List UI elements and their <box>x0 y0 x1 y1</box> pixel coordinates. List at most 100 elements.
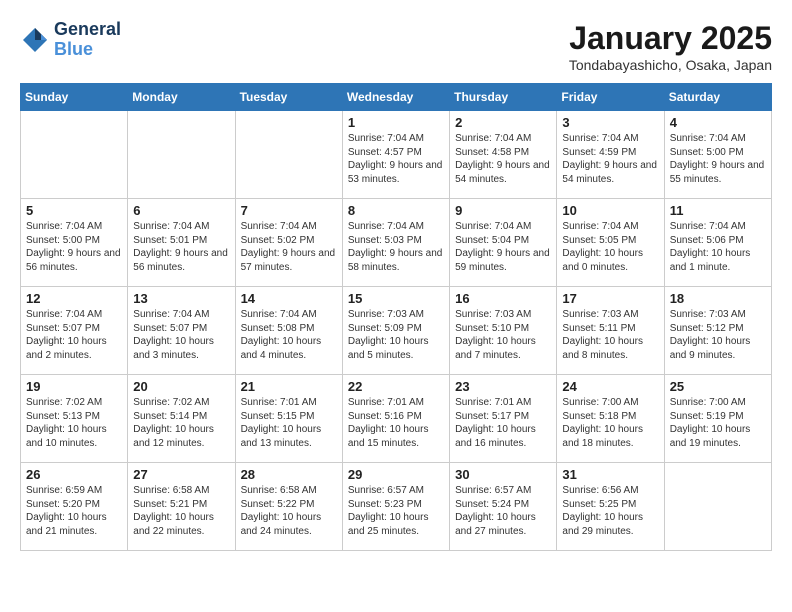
calendar-cell <box>128 111 235 199</box>
day-number: 31 <box>562 467 658 482</box>
logo-icon <box>20 25 50 55</box>
day-number: 6 <box>133 203 229 218</box>
weekday-header-monday: Monday <box>128 84 235 111</box>
calendar-cell: 12 Sunrise: 7:04 AM Sunset: 5:07 PM Dayli… <box>21 287 128 375</box>
day-number: 4 <box>670 115 766 130</box>
day-info: Sunrise: 7:03 AM Sunset: 5:11 PM Dayligh… <box>562 308 658 362</box>
day-info: Sunrise: 7:04 AM Sunset: 5:03 PM Dayligh… <box>348 220 444 274</box>
day-info: Sunrise: 6:56 AM Sunset: 5:25 PM Dayligh… <box>562 484 658 538</box>
calendar-cell: 14 Sunrise: 7:04 AM Sunset: 5:08 PM Dayli… <box>235 287 342 375</box>
week-row-2: 5Sunrise: 7:04 AM Sunset: 5:00 PM Daylig… <box>21 199 772 287</box>
day-number: 14 <box>241 291 337 306</box>
calendar-cell: 16Sunrise: 7:03 AM Sunset: 5:10 PM Dayli… <box>450 287 557 375</box>
calendar-cell <box>664 463 771 551</box>
day-number: 23 <box>455 379 551 394</box>
day-number: 7 <box>241 203 337 218</box>
day-info: Sunrise: 7:04 AM Sunset: 4:59 PM Dayligh… <box>562 132 658 186</box>
day-number: 27 <box>133 467 229 482</box>
calendar-cell: 9 Sunrise: 7:04 AM Sunset: 5:04 PM Daylig… <box>450 199 557 287</box>
calendar-cell: 11 Sunrise: 7:04 AM Sunset: 5:06 PM Dayli… <box>664 199 771 287</box>
calendar-cell: 31 Sunrise: 6:56 AM Sunset: 5:25 PM Dayli… <box>557 463 664 551</box>
day-info: Sunrise: 6:57 AM Sunset: 5:23 PM Dayligh… <box>348 484 444 538</box>
day-info: Sunrise: 7:04 AM Sunset: 4:57 PM Dayligh… <box>348 132 444 186</box>
weekday-header-thursday: Thursday <box>450 84 557 111</box>
day-info: Sunrise: 7:04 AM Sunset: 5:08 PM Dayligh… <box>241 308 337 362</box>
day-number: 29 <box>348 467 444 482</box>
day-number: 16 <box>455 291 551 306</box>
day-info: Sunrise: 7:01 AM Sunset: 5:17 PM Dayligh… <box>455 396 551 450</box>
day-info: Sunrise: 7:04 AM Sunset: 5:06 PM Dayligh… <box>670 220 766 274</box>
day-number: 12 <box>26 291 122 306</box>
day-info: Sunrise: 7:04 AM Sunset: 5:05 PM Dayligh… <box>562 220 658 274</box>
calendar-cell: 15 Sunrise: 7:03 AM Sunset: 5:09 PM Dayli… <box>342 287 449 375</box>
day-number: 19 <box>26 379 122 394</box>
day-info: Sunrise: 7:04 AM Sunset: 5:07 PM Dayligh… <box>26 308 122 362</box>
calendar-cell: 6 Sunrise: 7:04 AM Sunset: 5:01 PM Daylig… <box>128 199 235 287</box>
weekday-header-sunday: Sunday <box>21 84 128 111</box>
day-number: 26 <box>26 467 122 482</box>
month-title: January 2025 <box>569 20 772 57</box>
day-number: 18 <box>670 291 766 306</box>
location: Tondabayashicho, Osaka, Japan <box>569 57 772 73</box>
day-number: 2 <box>455 115 551 130</box>
calendar-cell: 19Sunrise: 7:02 AM Sunset: 5:13 PM Dayli… <box>21 375 128 463</box>
week-row-4: 19Sunrise: 7:02 AM Sunset: 5:13 PM Dayli… <box>21 375 772 463</box>
page-header: General Blue January 2025 Tondabayashich… <box>20 20 772 73</box>
day-number: 21 <box>241 379 337 394</box>
day-info: Sunrise: 7:04 AM Sunset: 5:01 PM Dayligh… <box>133 220 229 274</box>
day-info: Sunrise: 7:02 AM Sunset: 5:14 PM Dayligh… <box>133 396 229 450</box>
calendar-cell: 4 Sunrise: 7:04 AM Sunset: 5:00 PM Daylig… <box>664 111 771 199</box>
calendar-cell: 7Sunrise: 7:04 AM Sunset: 5:02 PM Daylig… <box>235 199 342 287</box>
day-info: Sunrise: 7:00 AM Sunset: 5:18 PM Dayligh… <box>562 396 658 450</box>
day-info: Sunrise: 7:03 AM Sunset: 5:09 PM Dayligh… <box>348 308 444 362</box>
calendar-cell: 21Sunrise: 7:01 AM Sunset: 5:15 PM Dayli… <box>235 375 342 463</box>
day-number: 3 <box>562 115 658 130</box>
weekday-header-tuesday: Tuesday <box>235 84 342 111</box>
day-number: 28 <box>241 467 337 482</box>
calendar-cell: 17 Sunrise: 7:03 AM Sunset: 5:11 PM Dayli… <box>557 287 664 375</box>
calendar-cell: 30 Sunrise: 6:57 AM Sunset: 5:24 PM Dayli… <box>450 463 557 551</box>
calendar-cell: 25Sunrise: 7:00 AM Sunset: 5:19 PM Dayli… <box>664 375 771 463</box>
calendar-cell: 27 Sunrise: 6:58 AM Sunset: 5:21 PM Dayli… <box>128 463 235 551</box>
week-row-3: 12 Sunrise: 7:04 AM Sunset: 5:07 PM Dayli… <box>21 287 772 375</box>
logo-general: General <box>54 20 121 40</box>
day-info: Sunrise: 7:03 AM Sunset: 5:12 PM Dayligh… <box>670 308 766 362</box>
day-info: Sunrise: 6:57 AM Sunset: 5:24 PM Dayligh… <box>455 484 551 538</box>
day-info: Sunrise: 7:04 AM Sunset: 5:04 PM Dayligh… <box>455 220 551 274</box>
day-info: Sunrise: 6:58 AM Sunset: 5:21 PM Dayligh… <box>133 484 229 538</box>
day-number: 5 <box>26 203 122 218</box>
day-number: 9 <box>455 203 551 218</box>
calendar-cell <box>235 111 342 199</box>
weekday-header-friday: Friday <box>557 84 664 111</box>
calendar-table: SundayMondayTuesdayWednesdayThursdayFrid… <box>20 83 772 551</box>
weekday-header-wednesday: Wednesday <box>342 84 449 111</box>
weekday-header-saturday: Saturday <box>664 84 771 111</box>
logo: General Blue <box>20 20 121 60</box>
calendar-cell <box>21 111 128 199</box>
day-info: Sunrise: 6:59 AM Sunset: 5:20 PM Dayligh… <box>26 484 122 538</box>
calendar-cell: 18 Sunrise: 7:03 AM Sunset: 5:12 PM Dayli… <box>664 287 771 375</box>
day-number: 11 <box>670 203 766 218</box>
title-block: January 2025 Tondabayashicho, Osaka, Jap… <box>569 20 772 73</box>
calendar-cell: 22 Sunrise: 7:01 AM Sunset: 5:16 PM Dayli… <box>342 375 449 463</box>
calendar-cell: 24Sunrise: 7:00 AM Sunset: 5:18 PM Dayli… <box>557 375 664 463</box>
calendar-cell: 1Sunrise: 7:04 AM Sunset: 4:57 PM Daylig… <box>342 111 449 199</box>
day-number: 17 <box>562 291 658 306</box>
calendar-cell: 10Sunrise: 7:04 AM Sunset: 5:05 PM Dayli… <box>557 199 664 287</box>
day-number: 30 <box>455 467 551 482</box>
day-number: 13 <box>133 291 229 306</box>
calendar-cell: 3 Sunrise: 7:04 AM Sunset: 4:59 PM Daylig… <box>557 111 664 199</box>
day-number: 8 <box>348 203 444 218</box>
calendar-cell: 13 Sunrise: 7:04 AM Sunset: 5:07 PM Dayli… <box>128 287 235 375</box>
day-info: Sunrise: 7:01 AM Sunset: 5:16 PM Dayligh… <box>348 396 444 450</box>
calendar-cell: 28 Sunrise: 6:58 AM Sunset: 5:22 PM Dayli… <box>235 463 342 551</box>
day-info: Sunrise: 7:04 AM Sunset: 5:07 PM Dayligh… <box>133 308 229 362</box>
calendar-cell: 23 Sunrise: 7:01 AM Sunset: 5:17 PM Dayli… <box>450 375 557 463</box>
day-number: 15 <box>348 291 444 306</box>
day-info: Sunrise: 7:04 AM Sunset: 5:00 PM Dayligh… <box>670 132 766 186</box>
day-number: 25 <box>670 379 766 394</box>
day-info: Sunrise: 7:04 AM Sunset: 4:58 PM Dayligh… <box>455 132 551 186</box>
week-row-1: 1Sunrise: 7:04 AM Sunset: 4:57 PM Daylig… <box>21 111 772 199</box>
day-info: Sunrise: 6:58 AM Sunset: 5:22 PM Dayligh… <box>241 484 337 538</box>
day-number: 22 <box>348 379 444 394</box>
